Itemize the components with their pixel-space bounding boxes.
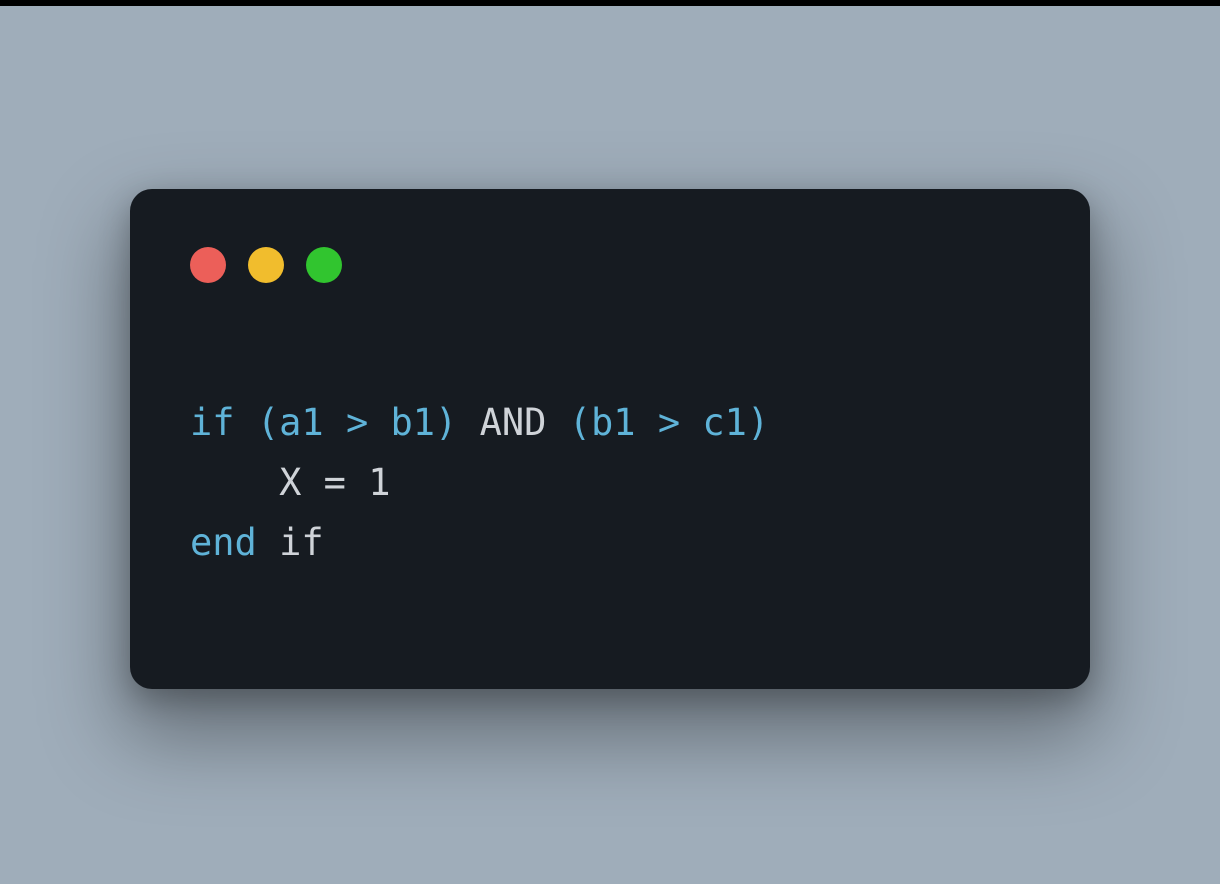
maximize-icon[interactable] — [306, 247, 342, 283]
operator-gt: > — [346, 401, 368, 444]
keyword-and: AND — [457, 401, 568, 444]
code-line-3: end if — [190, 521, 324, 564]
code-token: b1) — [368, 401, 457, 444]
code-line-1: if (a1 > b1) AND (b1 > c1) — [190, 401, 769, 444]
close-icon[interactable] — [190, 247, 226, 283]
operator-gt: > — [658, 401, 680, 444]
variable-x: X — [279, 461, 301, 504]
page-top-border — [0, 0, 1220, 6]
keyword-if: if — [190, 401, 235, 444]
code-token: c1) — [680, 401, 769, 444]
space — [257, 521, 279, 564]
code-token: (b1 — [569, 401, 658, 444]
code-block: if (a1 > b1) AND (b1 > c1) X = 1 end if — [190, 393, 1030, 573]
code-token: (a1 — [235, 401, 346, 444]
keyword-end: end — [190, 521, 257, 564]
literal-1: 1 — [368, 461, 390, 504]
code-line-2: X = 1 — [190, 461, 391, 504]
operator-eq: = — [301, 461, 368, 504]
keyword-if-end: if — [279, 521, 324, 564]
indent — [190, 461, 279, 504]
minimize-icon[interactable] — [248, 247, 284, 283]
traffic-lights — [190, 247, 1030, 283]
code-window: if (a1 > b1) AND (b1 > c1) X = 1 end if — [130, 189, 1090, 689]
